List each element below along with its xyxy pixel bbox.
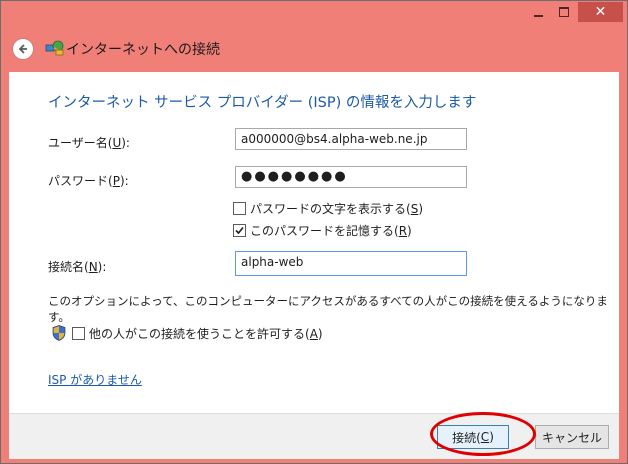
- connect-button[interactable]: 接続(C): [437, 425, 509, 449]
- button-bar: 接続(C) キャンセル: [9, 413, 619, 459]
- cancel-button[interactable]: キャンセル: [535, 425, 609, 449]
- maximize-icon: [559, 7, 569, 17]
- back-arrow-icon: [18, 44, 27, 54]
- maximize-button[interactable]: [551, 2, 577, 22]
- connection-name-label: 接続名(N):: [48, 260, 107, 274]
- remember-password-checkbox[interactable]: このパスワードを記憶する(R): [233, 222, 412, 239]
- back-button[interactable]: [12, 38, 34, 60]
- username-input[interactable]: a000000@bs4.alpha-web.ne.jp: [235, 128, 467, 150]
- window-title: インターネットへの接続: [66, 42, 220, 58]
- show-password-label: パスワードの文字を表示する(S): [250, 202, 423, 216]
- uac-shield-icon: [52, 325, 66, 341]
- minimize-button[interactable]: [525, 2, 551, 22]
- checkmark-icon: [235, 226, 244, 235]
- no-isp-link[interactable]: ISP がありません: [48, 371, 142, 388]
- allow-others-label: 他の人がこの接続を使うことを許可する(A): [89, 327, 323, 341]
- username-label: ユーザー名(U):: [48, 136, 130, 150]
- checkbox-box[interactable]: [233, 202, 246, 215]
- network-connection-icon: [45, 40, 64, 56]
- show-password-checkbox[interactable]: パスワードの文字を表示する(S): [233, 200, 423, 217]
- remember-password-label: このパスワードを記憶する(R): [250, 224, 412, 238]
- connection-name-input[interactable]: alpha-web: [235, 251, 467, 276]
- checkbox-box[interactable]: [72, 327, 85, 340]
- close-icon: ✕: [594, 4, 607, 20]
- close-button[interactable]: ✕: [578, 2, 623, 22]
- page-heading: インターネット サービス プロバイダー (ISP) の情報を入力します: [48, 95, 477, 111]
- password-input[interactable]: ●●●●●●●●: [235, 166, 467, 188]
- password-label: パスワード(P):: [48, 174, 129, 188]
- minimize-icon: [533, 15, 543, 17]
- checkbox-box[interactable]: [233, 224, 246, 237]
- allow-others-checkbox[interactable]: 他の人がこの接続を使うことを許可する(A): [72, 325, 323, 342]
- content-panel: インターネット サービス プロバイダー (ISP) の情報を入力します ユーザー…: [9, 72, 619, 413]
- dialog-window: ✕ インターネットへの接続 インターネット サービス プロバイダー (ISP) …: [0, 0, 628, 464]
- info-text: このオプションによって、このコンピューターにアクセスがあるすべての人がこの接続を…: [48, 294, 608, 324]
